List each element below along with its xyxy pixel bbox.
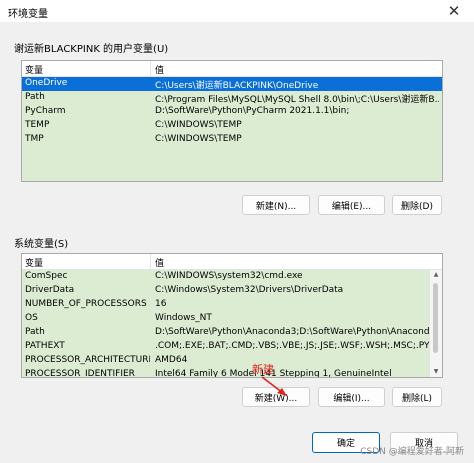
user-delete-button[interactable]: 删除(D) (392, 195, 442, 215)
table-row[interactable]: PATHEXT .COM;.EXE;.BAT;.CMD;.VBS;.VBE;.JS… (22, 340, 430, 354)
system-delete-button[interactable]: 删除(L) (392, 387, 442, 407)
variable-name-cell: NUMBER_OF_PROCESSORS (25, 299, 147, 309)
table-row[interactable]: PROCESSOR_IDENTIFIER Intel64 Family 6 Mod… (22, 368, 430, 378)
variable-name-cell: OS (25, 313, 38, 323)
column-header-variable[interactable]: 变量 (25, 256, 43, 269)
variable-name-cell: PROCESSOR_IDENTIFIER (25, 369, 135, 378)
user-variables-list[interactable]: 变量 值 OneDrive C:\Users\谢运新BLACKPINK\OneDr… (21, 60, 443, 182)
scrollbar-thumb[interactable] (433, 283, 438, 353)
close-icon[interactable]: ✕ (434, 0, 474, 22)
system-variables-list[interactable]: 变量 值 ComSpec C:\WINDOWS\system32\cmd.exe D… (21, 253, 443, 378)
system-new-button[interactable]: 新建(W)... (242, 387, 310, 407)
user-edit-button[interactable]: 编辑(E)... (318, 195, 385, 215)
variable-name-cell: PATHEXT (25, 341, 65, 351)
variable-name-cell: TEMP (25, 120, 50, 130)
vertical-scrollbar[interactable]: ▲ ▼ (429, 270, 442, 377)
variable-value-cell: C:\Program Files\MySQL\MySQL Shell 8.0\b… (155, 95, 439, 105)
variable-value-cell: C:\Users\谢运新BLACKPINK\OneDrive (155, 81, 319, 91)
title-bar: 环境变量 ✕ (0, 0, 474, 22)
system-edit-button[interactable]: 编辑(I)... (318, 387, 385, 407)
scroll-up-icon[interactable]: ▲ (430, 270, 442, 280)
table-row[interactable]: OS Windows_NT (22, 312, 430, 326)
column-header-variable[interactable]: 变量 (25, 63, 43, 76)
variable-value-cell: C:\WINDOWS\system32\cmd.exe (155, 271, 303, 281)
user-variables-rows: OneDrive C:\Users\谢运新BLACKPINK\OneDrive Pa… (22, 77, 442, 181)
table-row[interactable]: PROCESSOR_ARCHITECTURE AMD64 (22, 354, 430, 368)
watermark: CSDN @编程爱好者-阿新 (360, 447, 464, 457)
system-variables-label: 系统变量(S) (14, 239, 69, 250)
table-row[interactable]: TMP C:\WINDOWS\TEMP (22, 133, 442, 147)
window-title: 环境变量 (8, 9, 48, 20)
table-row[interactable]: Path D:\SoftWare\Python\Anaconda3;D:\Soft… (22, 326, 430, 340)
table-row[interactable]: PyCharm D:\SoftWare\Python\PyCharm 2021.1… (22, 105, 442, 119)
variable-value-cell: D:\SoftWare\Python\PyCharm 2021.1.1\bin; (155, 106, 350, 116)
variable-value-cell: D:\SoftWare\Python\Anaconda3;D:\SoftWare… (155, 327, 430, 337)
table-row[interactable]: Path C:\Program Files\MySQL\MySQL Shell 8… (22, 91, 442, 105)
column-header-value[interactable]: 值 (155, 63, 164, 76)
variable-name-cell: Path (25, 327, 45, 337)
table-row[interactable]: NUMBER_OF_PROCESSORS 16 (22, 298, 430, 312)
variable-value-cell: .COM;.EXE;.BAT;.CMD;.VBS;.VBE;.JS;.JSE;.… (155, 341, 430, 351)
variable-name-cell: OneDrive (25, 78, 68, 88)
user-new-button[interactable]: 新建(N)... (242, 195, 310, 215)
list-header: 变量 值 (22, 61, 442, 77)
system-variables-rows: ComSpec C:\WINDOWS\system32\cmd.exe Driver… (22, 270, 430, 377)
annotation-label: 新建 (252, 363, 274, 376)
column-header-value[interactable]: 值 (155, 256, 164, 269)
variable-value-cell: C:\WINDOWS\TEMP (155, 134, 242, 144)
variable-name-cell: Path (25, 92, 45, 102)
table-row[interactable]: OneDrive C:\Users\谢运新BLACKPINK\OneDrive (22, 77, 442, 91)
variable-value-cell: 16 (155, 299, 167, 309)
variable-name-cell: DriverData (25, 285, 75, 295)
scroll-down-icon[interactable]: ▼ (430, 367, 442, 377)
variable-value-cell: C:\WINDOWS\TEMP (155, 120, 242, 130)
variable-name-cell: TMP (25, 134, 44, 144)
variable-value-cell: C:\Windows\System32\Drivers\DriverData (155, 285, 344, 295)
variable-name-cell: PROCESSOR_ARCHITECTURE (25, 355, 150, 365)
variable-value-cell: AMD64 (155, 355, 188, 365)
user-variables-label: 谢运新BLACKPINK 的用户变量(U) (14, 44, 169, 55)
variable-name-cell: PyCharm (25, 106, 66, 116)
table-row[interactable]: TEMP C:\WINDOWS\TEMP (22, 119, 442, 133)
table-row[interactable]: DriverData C:\Windows\System32\Drivers\Dr… (22, 284, 430, 298)
table-row[interactable]: ComSpec C:\WINDOWS\system32\cmd.exe (22, 270, 430, 284)
variable-value-cell: Intel64 Family 6 Model 141 Stepping 1, G… (155, 369, 392, 378)
variable-name-cell: ComSpec (25, 271, 68, 281)
list-header: 变量 值 (22, 254, 442, 270)
variable-value-cell: Windows_NT (155, 313, 212, 323)
